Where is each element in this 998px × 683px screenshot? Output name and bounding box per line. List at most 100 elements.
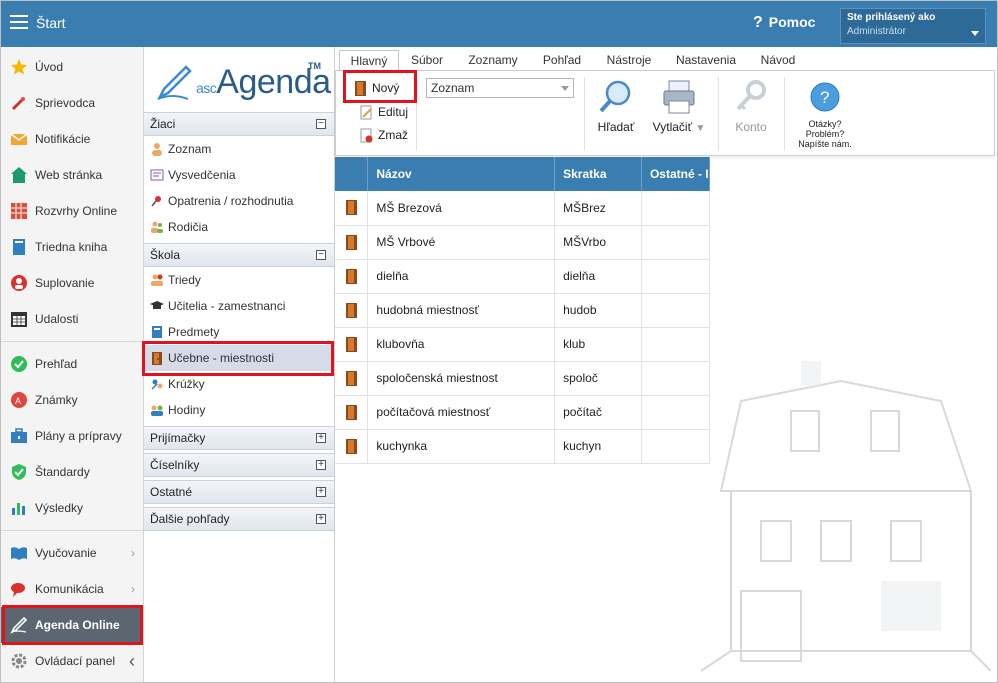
tab-hlavny[interactable]: Hlavný xyxy=(339,50,399,71)
star-icon xyxy=(11,59,27,75)
nav-item-vyucovanie[interactable]: Vyučovanie › xyxy=(1,535,143,571)
nav-item-standardy[interactable]: Štandardy xyxy=(1,454,143,490)
open-book-icon xyxy=(11,547,27,560)
cell-ostatne xyxy=(641,259,711,294)
menu-item-zoznam[interactable]: Zoznam xyxy=(144,136,334,162)
nav-item-komunikacia[interactable]: Komunikácia › xyxy=(1,571,143,607)
help-button[interactable]: ? Pomoc xyxy=(753,14,815,32)
account-button[interactable]: Konto xyxy=(726,79,776,134)
table-row[interactable]: klubovňa klub xyxy=(335,327,711,362)
student-icon xyxy=(152,143,162,156)
menu-item-triedy[interactable]: Triedy xyxy=(144,267,334,293)
wand-icon xyxy=(11,97,25,111)
nav-item-notifikacie[interactable]: Notifikácie xyxy=(1,121,143,157)
section-dalsie-pohlady[interactable]: Ďalšie pohľady + xyxy=(144,507,334,531)
app-title[interactable]: Štart xyxy=(36,15,66,31)
nav-item-plany[interactable]: Plány a prípravy xyxy=(1,418,143,454)
nav-divider xyxy=(1,341,143,342)
chevron-down-icon xyxy=(971,31,979,36)
menu-item-opatrenia[interactable]: Opatrenia / rozhodnutia xyxy=(144,188,334,214)
nav-item-suplovanie[interactable]: Suplovanie xyxy=(1,265,143,301)
help-label: Pomoc xyxy=(768,14,816,30)
section-prijimacky[interactable]: Prijímačky + xyxy=(144,426,334,450)
row-icon-cell xyxy=(335,191,369,226)
substitution-icon xyxy=(11,275,27,291)
nav-item-vysledky[interactable]: Výsledky xyxy=(1,490,143,526)
table-row[interactable]: počítačová miestnosť počítač xyxy=(335,395,711,430)
section-ostatne[interactable]: Ostatné + xyxy=(144,480,334,504)
parents-icon xyxy=(151,221,163,233)
tab-nastavenia[interactable]: Nastavenia xyxy=(669,50,743,71)
tab-pohlad[interactable]: Pohľad xyxy=(535,50,589,71)
cell-skratka: MŠBrez xyxy=(554,191,642,226)
view-select[interactable]: Zoznam xyxy=(426,78,574,98)
nav-item-udalosti[interactable]: Udalosti xyxy=(1,301,143,337)
user-menu[interactable]: Ste prihlásený ako Administrátor xyxy=(840,8,986,44)
expand-icon[interactable]: + xyxy=(316,460,326,470)
tab-subor[interactable]: Súbor xyxy=(403,50,451,71)
expand-icon[interactable]: + xyxy=(316,487,326,497)
column-header-skratka[interactable]: Skratka xyxy=(554,157,642,191)
question-icon: ? xyxy=(753,14,763,31)
expand-icon[interactable]: + xyxy=(316,433,326,443)
chevron-right-icon: › xyxy=(131,546,135,560)
expand-icon[interactable]: + xyxy=(316,514,326,524)
nav-item-web-stranka[interactable]: Web stránka xyxy=(1,157,143,193)
nav-item-znamky[interactable]: A Známky xyxy=(1,382,143,418)
column-header-nazov[interactable]: Názov xyxy=(367,157,556,191)
table-row[interactable]: kuchynka kuchyn xyxy=(335,429,711,464)
collapse-icon[interactable]: − xyxy=(316,250,326,260)
section-ciselniky[interactable]: Číselníky + xyxy=(144,453,334,477)
key-icon xyxy=(736,80,766,111)
menu-item-vysvedcenia[interactable]: Vysvedčenia xyxy=(144,162,334,188)
nav-item-uvod[interactable]: Úvod xyxy=(1,49,143,85)
cell-ostatne xyxy=(641,293,711,328)
ribbon-toolbar: Nový Edituj Zmaž Zoznam Hľadať Vytlačiť … xyxy=(335,70,995,156)
search-button[interactable]: Hľadať xyxy=(594,79,638,134)
cell-skratka: klub xyxy=(554,327,642,362)
logo-trademark: TM xyxy=(308,61,321,71)
door-icon xyxy=(345,336,357,352)
nav-item-triedna-kniha[interactable]: Triedna kniha xyxy=(1,229,143,265)
cell-skratka: hudob xyxy=(554,293,642,328)
gear-icon xyxy=(11,653,27,669)
table-row[interactable]: MŠ Vrbové MŠVrbo xyxy=(335,225,711,260)
table-row[interactable]: dielňa dielňa xyxy=(335,259,711,294)
tab-nastroje[interactable]: Nástroje xyxy=(599,50,659,71)
section-ziaci[interactable]: Žiaci − xyxy=(144,112,334,136)
menu-icon[interactable] xyxy=(10,15,28,29)
briefcase-icon xyxy=(11,428,27,443)
chevron-right-icon: › xyxy=(131,582,135,596)
certificate-icon xyxy=(150,169,164,181)
table-row[interactable]: hudobná miestnosť hudob xyxy=(335,293,711,328)
edit-button[interactable]: Edituj xyxy=(358,102,408,122)
ribbon-separator xyxy=(584,77,585,151)
contact-support-button[interactable]: ? Otázky? Problém? Napíšte nám. xyxy=(792,81,858,149)
delete-icon xyxy=(360,128,373,143)
magnifier-icon xyxy=(599,80,631,113)
table-row[interactable]: spoločenská miestnost spoloč xyxy=(335,361,711,396)
nav-item-ovladaci-panel[interactable]: Ovládací panel ‹ xyxy=(1,643,143,679)
user-label: Ste prihlásený ako xyxy=(847,12,936,23)
print-button[interactable]: Vytlačiť ▼ xyxy=(648,79,710,134)
menu-item-rodicia[interactable]: Rodičia xyxy=(144,214,334,240)
collapse-icon[interactable]: − xyxy=(316,119,326,129)
cell-nazov: MŠ Brezová xyxy=(367,191,556,226)
column-header-ostatne[interactable]: Ostatné - I xyxy=(641,157,711,191)
table-row[interactable]: MŠ Brezová MŠBrez xyxy=(335,191,711,226)
door-icon xyxy=(345,404,357,420)
section-skola[interactable]: Škola − xyxy=(144,243,334,267)
nav-item-sprievodca[interactable]: Sprievodca xyxy=(1,85,143,121)
nav-item-rozvrhy[interactable]: Rozvrhy Online xyxy=(1,193,143,229)
nav-item-prehlad[interactable]: Prehľad xyxy=(1,346,143,382)
delete-button[interactable]: Zmaž xyxy=(358,125,408,145)
icon-column-header xyxy=(335,157,369,191)
timetable-icon xyxy=(11,203,27,219)
menu-item-ucitelia[interactable]: Učitelia - zamestnanci xyxy=(144,293,334,319)
tab-navod[interactable]: Návod xyxy=(751,50,805,71)
highlight-new-button xyxy=(343,70,417,103)
chevron-left-icon[interactable]: ‹ xyxy=(129,643,135,679)
tab-zoznamy[interactable]: Zoznamy xyxy=(461,50,525,71)
menu-item-hodiny[interactable]: Hodiny xyxy=(144,397,334,423)
row-icon-cell xyxy=(335,259,369,294)
